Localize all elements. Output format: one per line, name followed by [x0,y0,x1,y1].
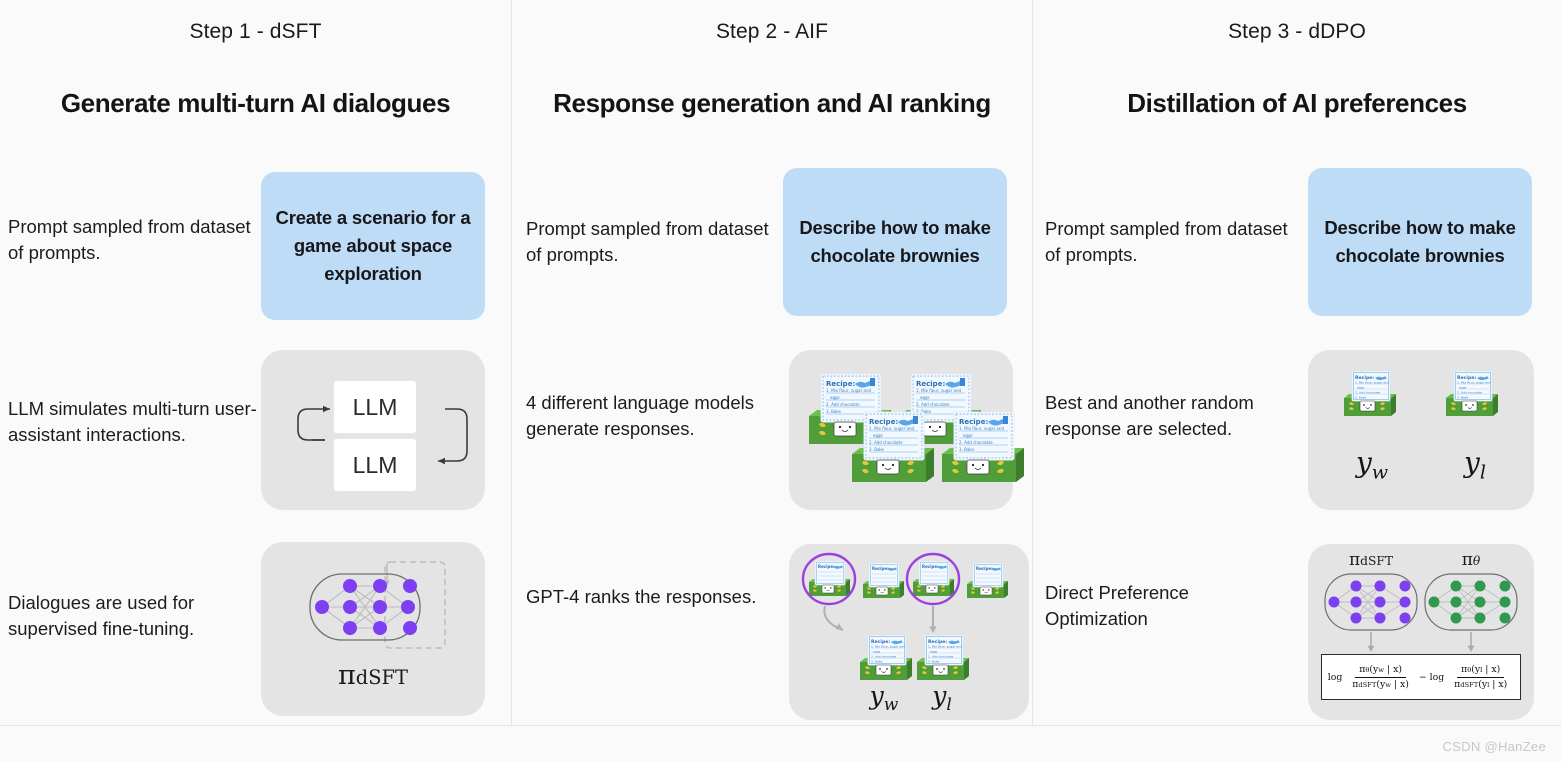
den2-sub: dSFT [1460,680,1479,689]
fraction-1: πθ(yw | x) πdSFT(yw | x) [1348,664,1413,691]
y-subscript-l3: l [1479,461,1486,484]
pi-symbol: π [338,660,356,691]
generated-recipe-cards: Recipe: 1. Mix flour, sugar and eggs 2. … [808,373,1025,483]
dpo-objective-formula: log πθ(yw | x) πdSFT(yw | x) − log πθ(yl… [1321,654,1521,700]
step-1-row-neural-net: Dialogues are used for supervised fine-t… [0,542,511,720]
fraction-2-denominator: πdSFT(yl | x) [1450,678,1511,691]
llm-loop-arrows [297,405,468,465]
step-1-row-llm-loop: LLM simulates multi-turn user-assistant … [0,348,511,512]
den2-tail: | x) [1489,678,1508,690]
num1-arg: (y [1369,663,1379,675]
step-3-row-selection: Best and another random response are sel… [1033,348,1561,512]
num2-tail: | x) [1482,663,1501,675]
step-2-row-prompt: Prompt sampled from dataset of prompts. … [512,168,1032,324]
step-2-loser-label: yl [910,681,974,715]
y-symbol-w3: y [1355,446,1372,479]
step-2-row-ranking: GPT-4 ranks the responses. Recipe: Recip… [512,542,1032,720]
llm-box-bottom: LLM [333,438,417,492]
step-2-title: Response generation and AI ranking [553,88,991,118]
step-1-pi-dsft-label: πdSFT [261,660,485,691]
den1-tail: | x) [1391,678,1409,690]
step-2-row-generation: 4 different language models generate res… [512,348,1032,512]
step-3-row-dpo: Direct Preference Optimization πdSFT πθ [1033,542,1561,720]
step-3-winner-label: yw [1337,446,1407,484]
minus-operator: − [1418,671,1427,683]
step-3-loser-label: yl [1440,446,1510,484]
llm-box-top: LLM [333,380,417,434]
den1-sub: dSFT [1358,680,1377,689]
y-symbol-l: y [932,681,947,710]
step-3-label: Step 3 - dDPO [1228,20,1366,43]
step-2-winner-label: yw [852,681,916,715]
fraction-2-numerator: πθ(yl | x) [1457,663,1505,678]
diagram-canvas: Step 1 - dSFT Generate multi-turn AI dia… [0,0,1562,762]
step-2-prompt-box: Describe how to make chocolate brownies [783,168,1007,316]
num1-tail: | x) [1384,663,1402,675]
fraction-1-numerator: πθ(yw | x) [1355,664,1406,678]
step-1-row-prompt: Prompt sampled from dataset of prompts. … [0,168,511,324]
log-token-1: log [1327,671,1343,683]
formula-expression: log πθ(yw | x) πdSFT(yw | x) − log πθ(yl… [1328,664,1514,691]
den2-arg: (y [1478,678,1488,690]
step-1-prompt-box: Create a scenario for a game about space… [261,172,485,320]
y-symbol-l3: y [1464,446,1480,479]
pi-dsft-network-graphic [309,561,446,649]
selected-recipe-cards [1343,370,1499,417]
den1-arg: (y [1376,678,1386,690]
step-2-row-1-description: Prompt sampled from dataset of prompts. [526,218,769,265]
num2-arg: (y [1471,663,1481,675]
step-3-row-1-description: Prompt sampled from dataset of prompts. [1045,218,1288,265]
step-2-label: Step 2 - AIF [715,20,829,43]
y-subscript-l: l [946,695,952,715]
y-symbol-w: y [869,681,884,710]
watermark: CSDN @HanZee [1442,739,1546,754]
y-subscript-w3: w [1371,461,1389,484]
y-subscript-w: w [883,695,899,715]
pi-subscript: dSFT [355,666,408,689]
log-token-2: log [1429,671,1445,683]
step-3-row-prompt: Prompt sampled from dataset of prompts. … [1033,168,1561,324]
steps-container: Step 1 - dSFT Generate multi-turn AI dia… [0,0,1562,726]
step-column-1: Step 1 - dSFT Generate multi-turn AI dia… [0,0,511,726]
step-column-2: Step 2 - AIF Response generation and AI … [511,0,1033,726]
step-1-title: Generate multi-turn AI dialogues [60,88,451,118]
step-column-3: Step 3 - dDPO Distillation of AI prefere… [1033,0,1561,726]
step-3-prompt-box: Describe how to make chocolate brownies [1308,168,1532,316]
fraction-2: πθ(yl | x) πdSFT(yl | x) [1450,664,1511,691]
fraction-1-denominator: πdSFT(yw | x) [1348,678,1413,691]
step-1-label: Step 1 - dSFT [189,20,322,43]
step-1-row-1-description: Prompt sampled from dataset of prompts. [8,216,251,263]
step-3-title: Distillation of AI preferences [1127,88,1467,118]
